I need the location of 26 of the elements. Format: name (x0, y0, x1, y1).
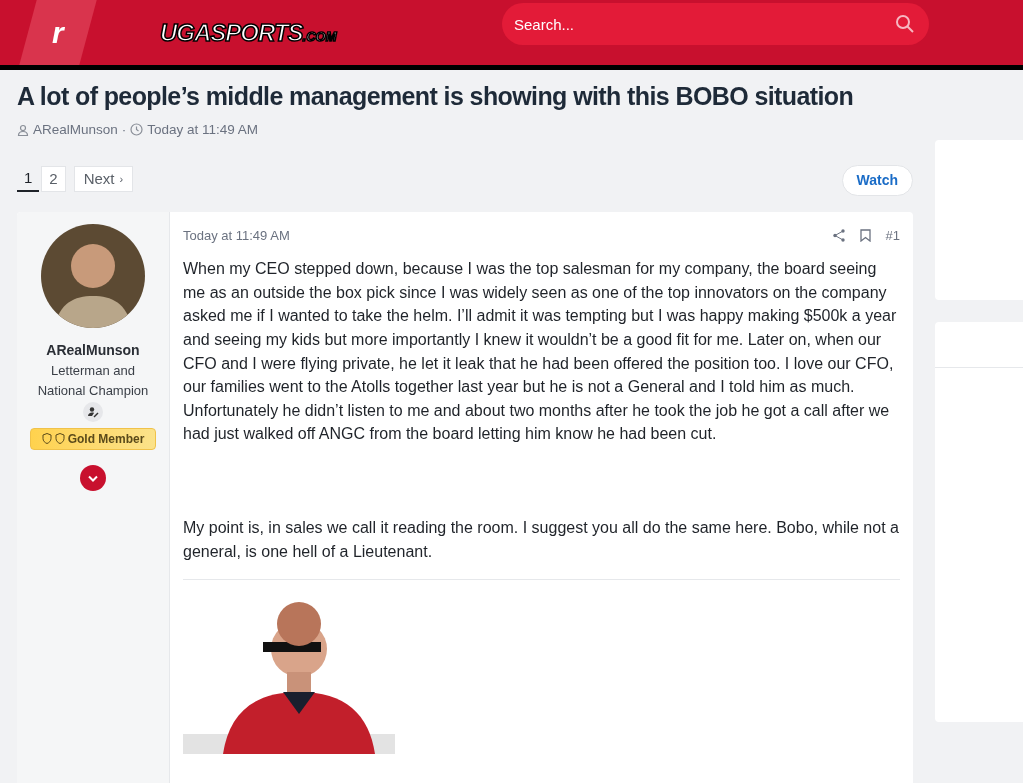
post-number[interactable]: #1 (885, 225, 900, 246)
post-date[interactable]: Today at 11:49 AM (183, 225, 290, 246)
user-icon (17, 123, 29, 136)
member-badge: Gold Member (30, 427, 156, 450)
share-icon[interactable] (832, 229, 845, 242)
separator-dot: · (121, 120, 127, 139)
user-title: Letterman and National Champion (36, 361, 150, 400)
shield-icon (41, 433, 52, 445)
logo-badge[interactable]: r (19, 0, 97, 65)
shield-icon (54, 433, 65, 445)
post-paragraph: When my CEO stepped down, because I was the top salesman for my company, the board seeing me as an outside the box pick since I was widely seen as one of the top innovators on the company asked me if I wanted to take the helm. I’ll admit it was tempting but I was happy making $500k a year and seeing my kids but more importantly I knew it wouldn’t be a good fit for me. Later on, when our CFO and I were flying private, he let it leak that he had been offered the position too. I love our CFO, our families went to the Atolls together last year but he is not a General and I told him as much. Unfortunately he didn’t listen to me and about two months after he took the job he got a call after we had just walked off ANGC from the board letting him know he had been cut. (183, 259, 898, 445)
thread-title: A lot of people’s middle management is showing with this BOBO situation (17, 81, 855, 112)
search-field[interactable]: Search... (502, 3, 929, 45)
user-badge-icon (83, 401, 103, 422)
search-icon[interactable] (895, 14, 915, 34)
author-link[interactable]: ARealMunson (33, 119, 118, 140)
next-page-link[interactable]: Next › (73, 165, 134, 192)
watch-button[interactable]: Watch (841, 164, 913, 196)
thread-date[interactable]: Today at 11:49 AM (147, 119, 259, 140)
bookmark-icon[interactable] (859, 229, 871, 242)
username-link[interactable]: ARealMunson (46, 339, 140, 361)
clock-icon (130, 123, 144, 137)
site-logo[interactable]: UGASPORTS.COM (160, 14, 337, 51)
page-link[interactable]: 2 (41, 165, 66, 192)
post-paragraph: My point is, in sales we call it reading the room. I suggest you all do the same here. Bobo, while not a general, is one hell of a Lieutenant. (183, 518, 900, 562)
expand-icon[interactable] (80, 464, 106, 491)
